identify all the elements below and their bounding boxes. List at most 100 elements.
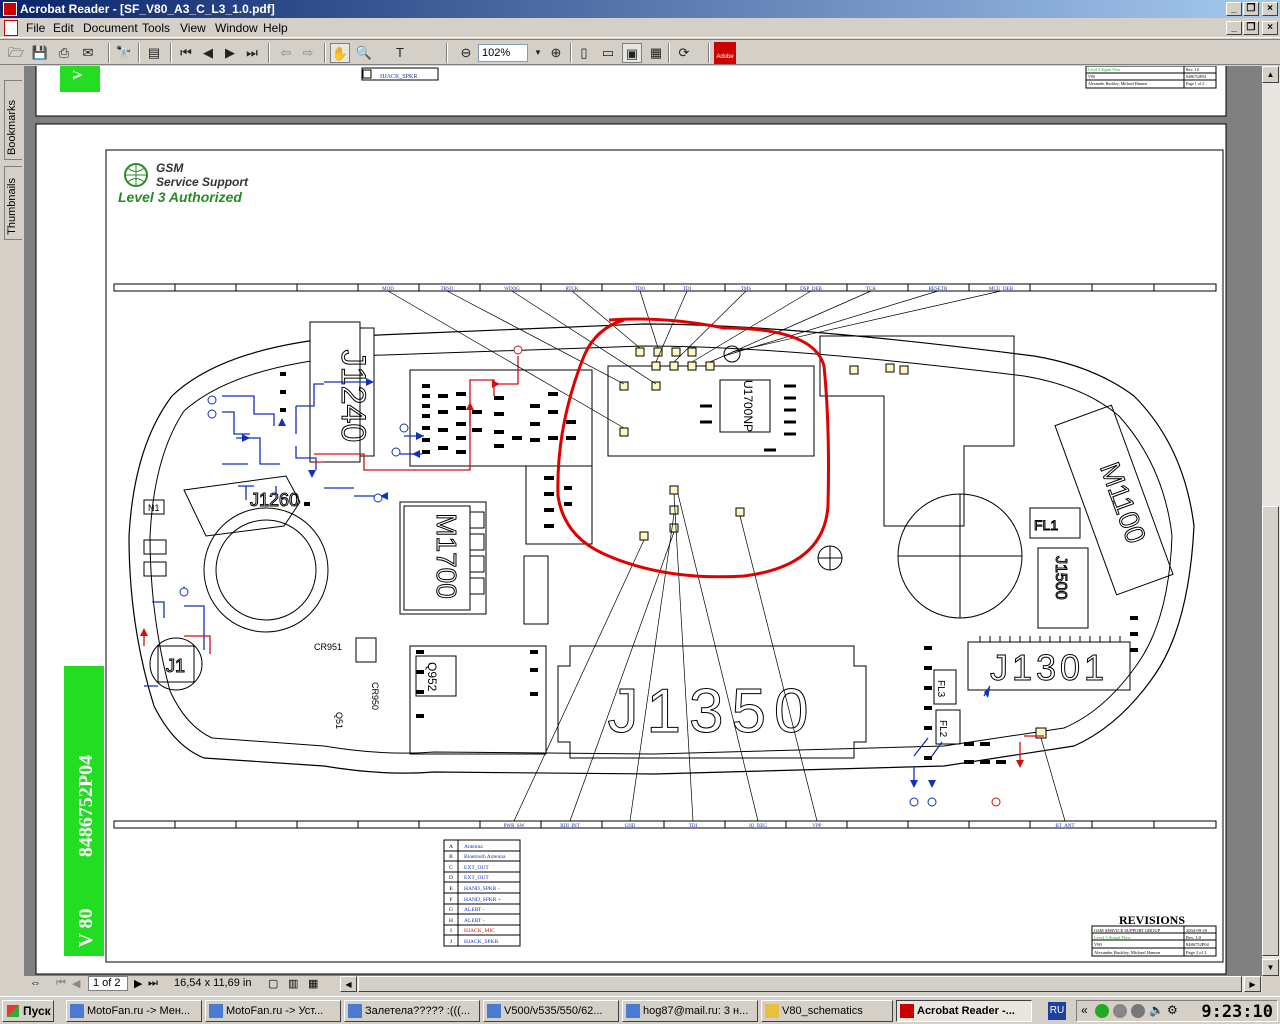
fit-page-icon[interactable]: ▭: [598, 43, 618, 63]
previous-page: [35, 66, 1227, 117]
previous-view-icon[interactable]: ⇦: [276, 43, 296, 63]
find-icon[interactable]: 🔭: [114, 43, 134, 63]
status-next-page-icon[interactable]: ▶: [134, 977, 142, 990]
system-tray: « 🔈 ⚙ 9:23:10: [1076, 1000, 1278, 1022]
windows-flag-icon: [7, 1005, 19, 1017]
cr951-label: CR951: [314, 642, 342, 652]
svg-text:8486752P04: 8486752P04: [1186, 74, 1206, 79]
zoom-input[interactable]: 102%: [478, 44, 528, 62]
svg-text:Q51: Q51: [334, 712, 344, 729]
minimize-button[interactable]: _: [1226, 2, 1242, 16]
task-forum[interactable]: Залетела????? :(((...: [344, 1000, 480, 1022]
model-label: V 80: [75, 908, 97, 947]
status-first-page-icon[interactable]: ⏮: [56, 977, 66, 990]
single-page-icon[interactable]: ▢: [268, 977, 278, 990]
vertical-scrollbar[interactable]: ▲ ▼: [1262, 66, 1280, 976]
clock[interactable]: 9:23:10: [1201, 1001, 1273, 1023]
svg-text:ALERT -: ALERT -: [464, 918, 485, 924]
zoom-dropdown-icon[interactable]: ▼: [528, 43, 548, 63]
next-page-icon[interactable]: ▶: [220, 43, 240, 63]
task-acrobat[interactable]: Acrobat Reader -...: [896, 1000, 1032, 1022]
tray-icon-2[interactable]: [1113, 1004, 1127, 1018]
task-motofan-2[interactable]: MotoFan.ru -> Уст...: [205, 1000, 341, 1022]
menu-window[interactable]: Window: [215, 21, 258, 35]
rotate-view-icon[interactable]: ⟳: [674, 43, 694, 63]
task-v80-schematics[interactable]: V80_schematics: [761, 1000, 893, 1022]
first-page-icon[interactable]: ⏮: [176, 43, 196, 63]
menu-view[interactable]: View: [180, 21, 206, 35]
network-icon[interactable]: [1095, 1004, 1109, 1018]
close-button[interactable]: ×: [1262, 2, 1278, 16]
tray-arrow-icon[interactable]: «: [1081, 1003, 1088, 1017]
open-icon[interactable]: 🗁: [6, 43, 26, 63]
svg-text:V80: V80: [1088, 74, 1095, 79]
next-view-icon[interactable]: ⇨: [298, 43, 318, 63]
previous-page-icon[interactable]: ◀: [198, 43, 218, 63]
svg-text:I: I: [450, 928, 452, 934]
page-number-field[interactable]: 1 of 2: [88, 976, 128, 991]
zoom-tool-icon[interactable]: 🔍: [354, 43, 374, 63]
bookmarks-tab[interactable]: Bookmarks: [4, 80, 22, 160]
svg-text:DSP_DEB: DSP_DEB: [800, 287, 822, 292]
volume-icon[interactable]: 🔈: [1149, 1003, 1164, 1017]
svg-text:IO_REG: IO_REG: [749, 824, 767, 829]
tray-icon-5[interactable]: ⚙: [1167, 1003, 1178, 1017]
status-prev-page-icon[interactable]: ◀: [72, 977, 80, 990]
menu-edit[interactable]: Edit: [53, 21, 74, 35]
svg-text:H: H: [449, 918, 453, 924]
svg-text:U1700NP: U1700NP: [741, 380, 755, 432]
scroll-left-button[interactable]: ◀: [340, 976, 357, 992]
tray-icon-3[interactable]: [1131, 1004, 1145, 1018]
task-v500[interactable]: V500/v535/550/62...: [483, 1000, 619, 1022]
doc-close-button[interactable]: ×: [1262, 21, 1278, 35]
email-icon[interactable]: ✉: [78, 43, 98, 63]
last-page-icon[interactable]: ⏭: [242, 43, 262, 63]
part-number: 8486752P04: [75, 755, 97, 857]
svg-text:V80: V80: [1094, 942, 1102, 947]
svg-text:M1700: M1700: [431, 513, 462, 599]
restore-button[interactable]: ❐: [1243, 2, 1259, 16]
zoom-in-icon[interactable]: ⊕: [546, 43, 566, 63]
svg-text:J1301: J1301: [990, 647, 1108, 688]
adobe-logo[interactable]: Adobe: [714, 42, 736, 64]
continuous-page-icon[interactable]: ▥: [288, 977, 298, 990]
save-icon[interactable]: 💾: [30, 43, 50, 63]
reflow-icon[interactable]: ▦: [646, 43, 666, 63]
status-toggle-icon[interactable]: ⇔: [30, 977, 41, 989]
h-scroll-thumb[interactable]: [358, 976, 1242, 992]
scroll-down-button[interactable]: ▼: [1262, 959, 1279, 976]
logo-service: Service Support: [156, 175, 249, 189]
status-last-page-icon[interactable]: ⏭: [148, 977, 158, 990]
scroll-thumb[interactable]: [1262, 506, 1279, 956]
menu-file[interactable]: File: [26, 21, 45, 35]
taskbar: Пуск MotoFan.ru -> Мен... MotoFan.ru -> …: [0, 996, 1280, 1024]
task-mail[interactable]: hog87@mail.ru: 3 н...: [622, 1000, 758, 1022]
scroll-up-button[interactable]: ▲: [1262, 66, 1279, 83]
svg-text:Q952: Q952: [425, 662, 439, 692]
scroll-right-button[interactable]: ▶: [1244, 976, 1261, 992]
prev-revisions-block: Level 3 Signal Flow Rev. 1.0 V80 8486752…: [1085, 66, 1217, 89]
svg-text:ALERT -: ALERT -: [464, 907, 485, 913]
hand-tool-icon[interactable]: ✋: [330, 43, 350, 63]
task-motofan-1[interactable]: MotoFan.ru -> Мен...: [66, 1000, 202, 1022]
print-icon[interactable]: ⎙: [54, 43, 74, 63]
schematic-canvas: V HJACK_SPKR Level 3 Signal Flow Rev. 1.…: [35, 66, 1227, 975]
fit-width-icon[interactable]: ▣: [622, 43, 642, 63]
zoom-out-icon[interactable]: ⊖: [456, 43, 476, 63]
menu-help[interactable]: Help: [263, 21, 288, 35]
menu-tools[interactable]: Tools: [142, 21, 170, 35]
show-hide-navigation-icon[interactable]: ▤: [144, 43, 164, 63]
horizontal-scrollbar[interactable]: ◀ ▶: [340, 976, 1262, 992]
document-icon[interactable]: [4, 20, 18, 36]
actual-size-icon[interactable]: ▯: [574, 43, 594, 63]
thumbnails-tab[interactable]: Thumbnails: [4, 166, 22, 240]
svg-text:J1260: J1260: [250, 490, 299, 510]
doc-restore-button[interactable]: ❐: [1243, 21, 1259, 35]
start-button[interactable]: Пуск: [2, 1000, 54, 1022]
menu-document[interactable]: Document: [83, 21, 138, 35]
facing-pages-icon[interactable]: ▦: [308, 977, 318, 990]
language-indicator[interactable]: RU: [1048, 1002, 1066, 1020]
doc-minimize-button[interactable]: _: [1226, 21, 1242, 35]
document-view[interactable]: V HJACK_SPKR Level 3 Signal Flow Rev. 1.…: [24, 66, 1262, 976]
text-select-tool-icon[interactable]: T: [390, 43, 410, 63]
